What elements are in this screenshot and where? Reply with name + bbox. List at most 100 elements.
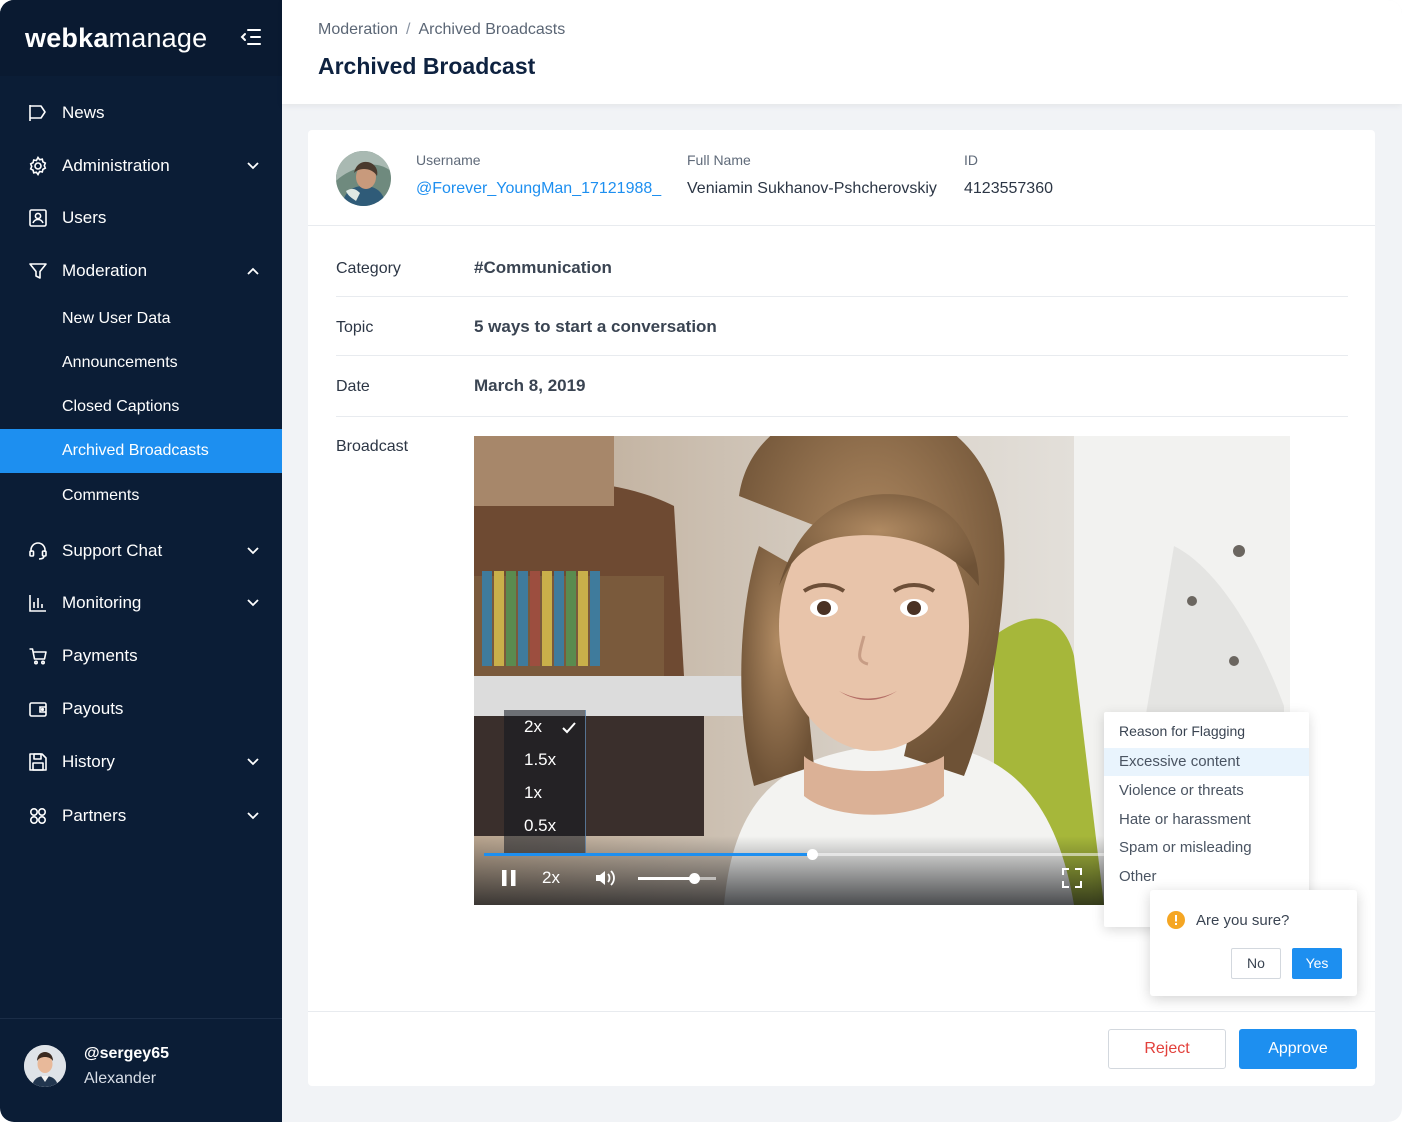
- topic-label: Topic: [336, 319, 374, 336]
- confirm-popover: Are you sure? No Yes: [1150, 890, 1357, 996]
- sidebar-subitem-comments[interactable]: Comments: [0, 474, 282, 518]
- sidebar-subitem-label: Closed Captions: [62, 398, 180, 415]
- username-link[interactable]: @Forever_YoungMan_17121988_: [416, 180, 661, 198]
- playback-speed-button[interactable]: 2x: [542, 868, 560, 888]
- confirm-question: Are you sure?: [1196, 912, 1290, 929]
- chevron-up-icon: [247, 267, 259, 275]
- speed-option-1x[interactable]: 1x: [524, 783, 542, 803]
- filter-icon: [29, 263, 47, 279]
- sidebar-header: webkamanage: [0, 0, 282, 76]
- user-name: Alexander: [84, 1070, 157, 1087]
- id-caption: ID: [964, 152, 978, 168]
- volume-fill: [638, 877, 695, 880]
- speed-option-2x[interactable]: 2x: [524, 717, 542, 737]
- flag-option-violence[interactable]: Violence or threats: [1104, 777, 1309, 805]
- speed-option-0-5x[interactable]: 0.5x: [524, 816, 556, 836]
- sidebar-subitem-closed-captions[interactable]: Closed Captions: [0, 385, 282, 429]
- sidebar-subitem-label: Announcements: [62, 354, 178, 371]
- sidebar-item-label: Moderation: [62, 261, 148, 280]
- confirm-no-button[interactable]: No: [1231, 948, 1281, 979]
- sidebar-item-payments[interactable]: Payments: [0, 634, 282, 678]
- category-value: #Communication: [474, 258, 612, 277]
- gear-icon: [29, 156, 47, 176]
- check-icon: [562, 722, 576, 734]
- pause-icon[interactable]: [500, 869, 518, 887]
- profile-section: Username @Forever_YoungMan_17121988_ Ful…: [308, 130, 1375, 226]
- sidebar-subitem-new-user-data[interactable]: New User Data: [0, 297, 282, 341]
- date-row: Date March 8, 2019: [336, 356, 1348, 417]
- sidebar-subitem-announcements[interactable]: Announcements: [0, 341, 282, 385]
- reject-button[interactable]: Reject: [1108, 1029, 1226, 1069]
- flag-icon: [29, 105, 46, 121]
- volume-icon[interactable]: [594, 868, 616, 888]
- date-label: Date: [336, 378, 370, 395]
- topic-value: 5 ways to start a conversation: [474, 317, 717, 336]
- page-header: Moderation / Archived Broadcasts Archived …: [282, 0, 1402, 104]
- partners-icon: [29, 807, 47, 825]
- id-value: 4123557360: [964, 180, 1053, 197]
- sidebar-item-label: Users: [62, 208, 107, 227]
- sidebar-item-label: News: [62, 103, 105, 122]
- sidebar-item-label: Payments: [62, 646, 138, 665]
- speed-option-1-5x[interactable]: 1.5x: [524, 750, 556, 770]
- fullname-caption: Full Name: [687, 152, 751, 168]
- sidebar-subitem-label: Archived Broadcasts: [62, 442, 209, 459]
- category-label: Category: [336, 260, 401, 277]
- sidebar-item-moderation[interactable]: Moderation: [0, 249, 282, 293]
- breadcrumb: Moderation / Archived Broadcasts: [318, 21, 565, 39]
- app-logo: webkamanage: [25, 22, 208, 53]
- avatar: [336, 151, 391, 206]
- flag-option-excessive-content[interactable]: Excessive content: [1104, 748, 1309, 776]
- sidebar-subitem-label: Comments: [62, 487, 140, 504]
- sidebar-item-label: Payouts: [62, 699, 124, 718]
- current-user[interactable]: @sergey65 Alexander: [0, 1018, 282, 1122]
- flag-option-spam[interactable]: Spam or misleading: [1104, 834, 1309, 862]
- save-icon: [29, 753, 47, 771]
- chevron-down-icon: [247, 162, 259, 170]
- sidebar-item-label: Partners: [62, 806, 127, 825]
- collapse-menu-icon[interactable]: [240, 26, 262, 48]
- user-handle: @sergey65: [84, 1045, 169, 1062]
- fullname-value: Veniamin Sukhanov-Pshcherovskiy: [687, 180, 937, 197]
- fullscreen-icon[interactable]: [1062, 868, 1082, 888]
- flag-option-other[interactable]: Other: [1104, 863, 1309, 891]
- sidebar-item-partners[interactable]: Partners: [0, 794, 282, 838]
- sidebar-item-label: Support Chat: [62, 541, 163, 560]
- username-caption: Username: [416, 152, 481, 168]
- page-title: Archived Broadcast: [318, 53, 536, 79]
- confirm-yes-button[interactable]: Yes: [1292, 948, 1342, 979]
- headset-icon: [29, 542, 47, 560]
- sidebar-subitem-archived-broadcasts[interactable]: Archived Broadcasts: [0, 429, 282, 473]
- app-window: webkamanage News Administration Users Mo…: [0, 0, 1402, 1122]
- broadcast-label: Broadcast: [336, 438, 409, 455]
- id-column: ID 4123557360: [964, 152, 1053, 198]
- sidebar-item-users[interactable]: Users: [0, 196, 282, 240]
- breadcrumb-current: Archived Broadcasts: [418, 21, 566, 38]
- sidebar-item-label: Monitoring: [62, 593, 142, 612]
- flag-menu-title: Reason for Flagging: [1119, 723, 1246, 739]
- flag-option-hate[interactable]: Hate or harassment: [1104, 806, 1309, 834]
- volume-handle[interactable]: [689, 873, 701, 884]
- sidebar-item-support-chat[interactable]: Support Chat: [0, 529, 282, 573]
- warning-icon: [1167, 911, 1185, 929]
- chevron-down-icon: [247, 812, 259, 820]
- sidebar-item-payouts[interactable]: Payouts: [0, 687, 282, 731]
- speed-menu: 2x 1.5x 1x 0.5x: [504, 710, 586, 854]
- category-row: Category #Communication: [336, 226, 1348, 297]
- sidebar-item-label: Administration: [62, 156, 170, 175]
- sidebar-item-history[interactable]: History: [0, 740, 282, 784]
- volume-slider[interactable]: [638, 873, 716, 884]
- breadcrumb-link-moderation[interactable]: Moderation: [318, 21, 398, 38]
- sidebar-item-label: History: [62, 752, 115, 771]
- username-column: Username @Forever_YoungMan_17121988_: [416, 152, 661, 198]
- avatar: [24, 1045, 66, 1087]
- sidebar-item-monitoring[interactable]: Monitoring: [0, 581, 282, 625]
- wallet-icon: [29, 702, 47, 717]
- breadcrumb-separator: /: [406, 21, 411, 38]
- date-value: March 8, 2019: [474, 376, 586, 395]
- sidebar-item-news[interactable]: News: [0, 91, 282, 135]
- sidebar-item-administration[interactable]: Administration: [0, 144, 282, 188]
- progress-handle[interactable]: [806, 849, 818, 860]
- sidebar: webkamanage News Administration Users Mo…: [0, 0, 282, 1122]
- approve-button[interactable]: Approve: [1239, 1029, 1357, 1069]
